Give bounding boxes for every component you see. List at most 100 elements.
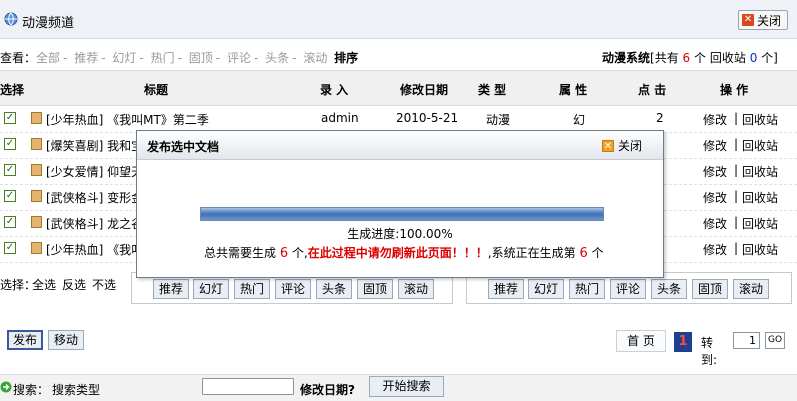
close-button[interactable]: ✕ 关闭 xyxy=(738,10,788,30)
set-recommend-button[interactable]: 推荐 xyxy=(153,279,190,299)
row-recycle-link[interactable]: 回收站 xyxy=(742,189,778,206)
filter-top[interactable]: 固顶 xyxy=(189,51,213,65)
row-attr: 幻 xyxy=(573,113,586,127)
set-top-button[interactable]: 固顶 xyxy=(357,279,394,299)
row-sep: | xyxy=(734,137,739,151)
set-slide-button[interactable]: 幻灯 xyxy=(193,279,230,299)
total-count: 6 xyxy=(279,246,289,261)
recycle-link[interactable]: 回收站 xyxy=(710,51,746,65)
set-headline-button[interactable]: 头条 xyxy=(316,279,353,299)
recycle-count: 0 xyxy=(749,51,758,65)
start-search-button[interactable]: 开始搜索 xyxy=(369,376,444,397)
filter-hot[interactable]: 热门 xyxy=(151,51,175,65)
filter-slide[interactable]: 幻灯 xyxy=(112,51,136,65)
dialog-close-label: 关闭 xyxy=(618,139,643,153)
row-checkbox[interactable]: ✓ xyxy=(4,138,16,150)
select-all-link[interactable]: 全选 xyxy=(32,276,56,293)
col-date: 修改日期 xyxy=(400,83,449,97)
row-checkbox[interactable]: ✓ xyxy=(4,112,16,124)
go-button[interactable]: GO xyxy=(765,332,785,349)
filter-separator: - xyxy=(215,51,221,65)
current-suffix: 个 xyxy=(591,246,604,260)
dialog-header: 发布选中文档 ✕ 关闭 xyxy=(137,131,663,160)
row-edit-link[interactable]: 修改 xyxy=(703,163,727,180)
filter-comment[interactable]: 评论 xyxy=(227,51,251,65)
row-title[interactable]: [武侠格斗] 变形金 xyxy=(46,189,143,206)
goto-label: 转到: xyxy=(701,336,718,367)
col-select: 选择 xyxy=(0,83,25,97)
row-sep: | xyxy=(734,241,739,255)
first-page-button[interactable]: 首 页 xyxy=(616,330,666,352)
search-input[interactable] xyxy=(202,378,294,395)
unset-scroll-button[interactable]: 滚动 xyxy=(733,279,770,299)
row-recycle-link[interactable]: 回收站 xyxy=(742,163,778,180)
row-edit-link[interactable]: 修改 xyxy=(703,189,727,206)
refresh-warning: 在此过程中请勿刷新此页面！！！ xyxy=(307,246,488,260)
row-edit-link[interactable]: 修改 xyxy=(703,111,727,128)
row-title[interactable]: [武侠格斗] 龙之谷 xyxy=(46,215,143,232)
row-checkbox[interactable]: ✓ xyxy=(4,164,16,176)
filter-label: 查看： xyxy=(0,51,37,65)
total-count: 6 xyxy=(682,51,691,65)
set-comment-button[interactable]: 评论 xyxy=(275,279,312,299)
row-checkbox[interactable]: ✓ xyxy=(4,242,16,254)
document-icon xyxy=(31,138,42,150)
row-edit-link[interactable]: 修改 xyxy=(703,241,727,258)
unset-slide-button[interactable]: 幻灯 xyxy=(528,279,565,299)
row-sep: | xyxy=(734,111,739,125)
row-clicks: 2 xyxy=(656,111,664,125)
dialog-close-button[interactable]: ✕ 关闭 xyxy=(602,137,642,154)
row-title[interactable]: [少年热血] 《我叫MT》第二季 xyxy=(46,111,209,128)
row-recycle-link[interactable]: 回收站 xyxy=(742,111,778,128)
close-icon: ✕ xyxy=(602,139,614,152)
row-edit-link[interactable]: 修改 xyxy=(703,215,727,232)
row-recycle-link[interactable]: 回收站 xyxy=(742,215,778,232)
total-prefix: [共有 xyxy=(650,51,679,65)
filter-recommend[interactable]: 推荐 xyxy=(74,51,98,65)
row-title[interactable]: [少女爱情] 仰望天 xyxy=(46,163,143,180)
table-header: 选择 标题 录 入 修改日期 类 型 属 性 点 击 操 作 xyxy=(0,70,797,106)
goto-page-input[interactable]: 1 xyxy=(733,332,760,349)
filter-all[interactable]: 全部 xyxy=(36,51,60,65)
current-page-badge[interactable]: 1 xyxy=(674,332,692,352)
publish-button[interactable]: 发布 xyxy=(7,330,43,350)
select-none-link[interactable]: 不选 xyxy=(92,276,116,293)
sort-link[interactable]: 排序 xyxy=(334,51,358,65)
row-sep: | xyxy=(734,189,739,203)
close-label: 关闭 xyxy=(757,13,782,28)
row-recycle-link[interactable]: 回收站 xyxy=(742,137,778,154)
col-attr: 属 性 xyxy=(559,83,588,97)
row-checkbox[interactable]: ✓ xyxy=(4,216,16,228)
filter-separator: - xyxy=(292,51,297,65)
row-recycle-link[interactable]: 回收站 xyxy=(742,241,778,258)
set-scroll-button[interactable]: 滚动 xyxy=(398,279,435,299)
unset-comment-button[interactable]: 评论 xyxy=(610,279,647,299)
col-clicks: 点 击 xyxy=(638,83,667,97)
row-type: 动漫 xyxy=(486,113,511,127)
filter-headline[interactable]: 头条 xyxy=(265,51,289,65)
current-count: 6 xyxy=(579,246,588,261)
total-prefix: 总共需要生成 xyxy=(204,246,277,260)
unset-top-button[interactable]: 固顶 xyxy=(692,279,729,299)
unset-hot-button[interactable]: 热门 xyxy=(569,279,606,299)
total-suffix: 个, xyxy=(291,246,308,260)
total-suffix: 个 xyxy=(694,51,707,65)
progress-bar xyxy=(200,207,604,221)
select-invert-link[interactable]: 反选 xyxy=(62,276,86,293)
filter-row: 查看： 全部 - 推荐 - 幻灯 - 热门 - 固顶 - 评论 - 头条 - 滚动 排序 动漫… xyxy=(0,46,797,68)
row-title[interactable]: [爆笑喜剧] 我和宝 xyxy=(46,137,143,154)
progress-message: 总共需要生成 6 个,在此过程中请勿刷新此页面！！！,系统正在生成第 6 个 xyxy=(204,244,604,261)
row-sep: | xyxy=(734,163,739,177)
set-hot-button[interactable]: 热门 xyxy=(234,279,271,299)
current-prefix: ,系统正在生成第 xyxy=(487,246,576,260)
document-icon xyxy=(31,190,42,202)
filter-scroll[interactable]: 滚动 xyxy=(303,51,327,65)
row-edit-link[interactable]: 修改 xyxy=(703,137,727,154)
unset-recommend-button[interactable]: 推荐 xyxy=(488,279,525,299)
row-checkbox[interactable]: ✓ xyxy=(4,190,16,202)
move-button[interactable]: 移动 xyxy=(48,330,84,350)
row-title[interactable]: [少年热血] 《我叫 xyxy=(46,241,143,258)
filter-separator: - xyxy=(253,51,259,65)
unset-headline-button[interactable]: 头条 xyxy=(651,279,688,299)
recycle-suffix: 个] xyxy=(761,51,778,65)
